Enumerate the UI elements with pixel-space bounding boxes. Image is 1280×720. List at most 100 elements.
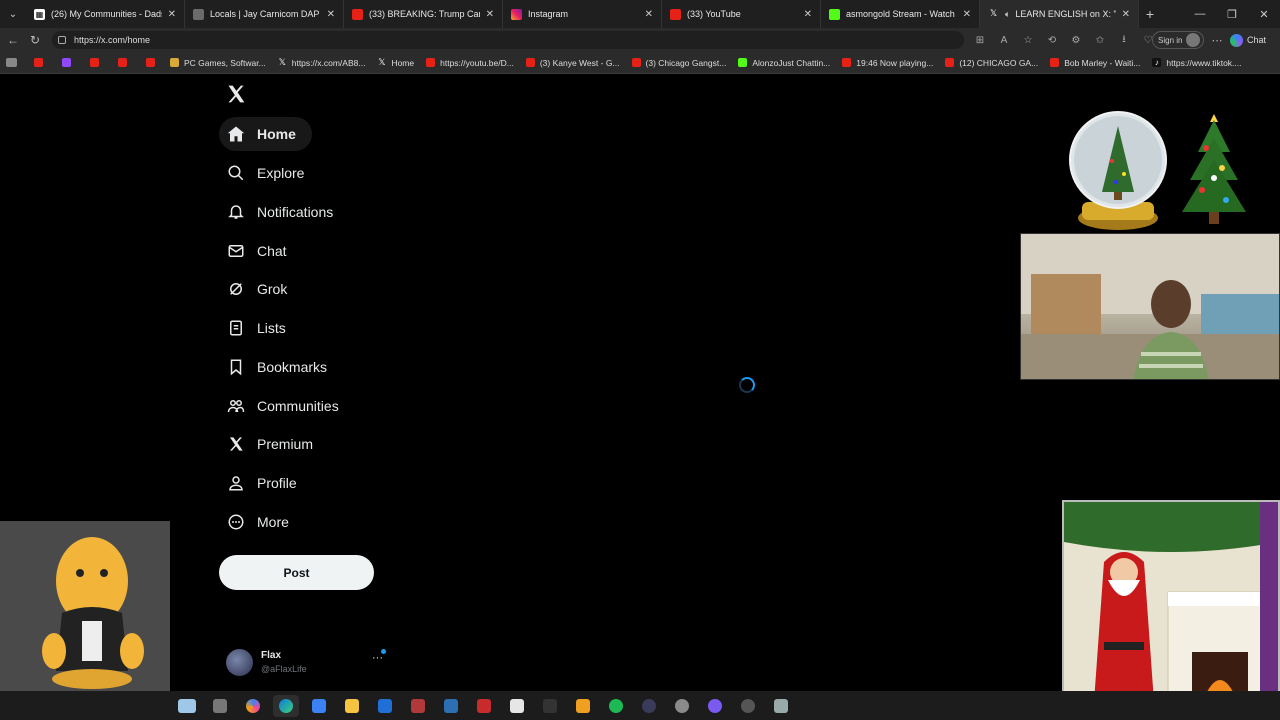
- youtube-icon: [146, 58, 155, 67]
- speaker-icon[interactable]: 🔈︎: [1005, 9, 1010, 20]
- nav-communities[interactable]: Communities: [219, 389, 355, 423]
- mega-icon[interactable]: [471, 695, 497, 717]
- user-name: Flax: [261, 650, 282, 661]
- more-options-icon[interactable]: ···: [372, 652, 383, 664]
- bookmark-item[interactable]: 𝕏 Home: [377, 58, 414, 68]
- bookmark-item[interactable]: [118, 58, 132, 67]
- browser-tab[interactable]: asmongold Stream - Watch Live on Kick ✕: [821, 0, 980, 28]
- bookmark-item[interactable]: 19:46 Now playing...: [842, 58, 933, 68]
- edge-icon[interactable]: [273, 694, 299, 717]
- maximize-button[interactable]: ❐: [1216, 0, 1248, 28]
- new-tab-button[interactable]: +: [1139, 6, 1161, 22]
- minimize-button[interactable]: —: [1184, 0, 1216, 28]
- browser-tab-active[interactable]: 𝕏 🔈︎ LEARN ENGLISH on X: "https://t.co ✕: [980, 0, 1139, 28]
- task-view-icon[interactable]: [207, 695, 233, 717]
- bookmark-label: https://x.com/AB8...: [291, 57, 366, 68]
- bookmark-item[interactable]: AlonzoJust Chattin...: [738, 58, 830, 68]
- tab-actions-chevron-icon[interactable]: ⌄: [0, 0, 26, 28]
- post-button[interactable]: Post: [219, 555, 374, 590]
- app-icon[interactable]: [669, 695, 695, 717]
- bookmark-item[interactable]: 𝕏https://x.com/AB8...: [278, 58, 366, 68]
- nav-label: Chat: [257, 243, 287, 259]
- spotify-icon[interactable]: [603, 695, 629, 717]
- app-icon[interactable]: [735, 695, 761, 717]
- bookmark-item[interactable]: Bob Marley - Waiti...: [1050, 58, 1140, 68]
- browser-tab[interactable]: Locals | Jay Carnicom DAP ✕: [185, 0, 344, 28]
- nav-notifications[interactable]: Notifications: [219, 195, 349, 229]
- webcam-overlay: [1020, 233, 1280, 380]
- bookmarks-bar: PC Games, Softwar... 𝕏https://x.com/AB8.…: [0, 52, 1280, 74]
- close-tab-icon[interactable]: ✕: [963, 9, 971, 20]
- nav-more[interactable]: More: [219, 505, 305, 539]
- extensions-icon[interactable]: ⟲: [1040, 28, 1064, 52]
- close-tab-icon[interactable]: ✕: [486, 9, 494, 20]
- read-aloud-icon[interactable]: A: [992, 28, 1016, 52]
- tab-title: (33) YouTube: [687, 9, 741, 19]
- app-icon[interactable]: [636, 695, 662, 717]
- bookmark-item[interactable]: (3) Kanye West - G...: [525, 58, 620, 68]
- widgets-icon[interactable]: [174, 695, 200, 717]
- nav-premium[interactable]: Premium: [219, 427, 329, 461]
- outlook-icon[interactable]: [372, 695, 398, 717]
- extension-icon[interactable]: ⚙: [1064, 28, 1088, 52]
- kick-icon: [738, 58, 748, 67]
- close-window-button[interactable]: ✕: [1248, 0, 1280, 28]
- nav-chat[interactable]: Chat: [219, 234, 303, 268]
- youtube-icon: [34, 58, 43, 67]
- copilot-chat-button[interactable]: Chat: [1230, 31, 1274, 49]
- bookmark-item[interactable]: [62, 58, 76, 67]
- bookmark-item[interactable]: [146, 58, 160, 67]
- close-tab-icon[interactable]: ✕: [804, 9, 812, 20]
- close-tab-icon[interactable]: ✕: [168, 9, 176, 20]
- bookmark-item[interactable]: ♪ https://www.tiktok....: [1152, 58, 1242, 68]
- bookmark-item[interactable]: [6, 58, 22, 67]
- app-icon[interactable]: [405, 695, 431, 717]
- sign-in-button[interactable]: Sign in: [1152, 31, 1204, 49]
- app-icon[interactable]: [768, 695, 794, 717]
- back-arrow-icon[interactable]: ←: [2, 28, 24, 52]
- nav-profile[interactable]: Profile: [219, 466, 313, 500]
- communities-icon: [227, 397, 245, 415]
- favorites-icon[interactable]: ✩: [1088, 28, 1112, 52]
- favorite-star-icon[interactable]: ☆: [1016, 28, 1040, 52]
- address-bar[interactable]: https://x.com/home: [52, 31, 964, 49]
- copilot-icon: [1230, 33, 1243, 47]
- nun-icon[interactable]: [504, 695, 530, 717]
- browser-tab[interactable]: (33) BREAKING: Trump Cannabis Rescheduli…: [344, 0, 503, 28]
- bookmark-icon: [227, 358, 245, 376]
- bookmark-item[interactable]: https://youtu.be/D...: [426, 58, 514, 68]
- explorer-icon[interactable]: [339, 695, 365, 717]
- settings-more-icon[interactable]: ⋯: [1208, 28, 1226, 52]
- app-icon[interactable]: [537, 695, 563, 717]
- browser-tab[interactable]: ▦ (26) My Communities - Dads Again ✕: [26, 0, 185, 28]
- bookmark-item[interactable]: [34, 58, 48, 67]
- store-icon[interactable]: [306, 695, 332, 717]
- site-info-icon[interactable]: [58, 36, 66, 44]
- bookmark-item[interactable]: (12) CHICAGO GA...: [945, 58, 1038, 68]
- refresh-icon[interactable]: ↻: [24, 28, 46, 52]
- copilot-icon[interactable]: [240, 695, 266, 717]
- account-switcher[interactable]: Flax @aFlaxLife ···: [226, 646, 390, 678]
- nav-bookmarks[interactable]: Bookmarks: [219, 350, 343, 384]
- pen-icon[interactable]: [570, 695, 596, 717]
- snow-globe-overlay: [1069, 111, 1167, 230]
- close-tab-icon[interactable]: ✕: [1122, 9, 1130, 20]
- close-tab-icon[interactable]: ✕: [645, 9, 653, 20]
- x-logo-icon[interactable]: [226, 84, 246, 110]
- bookmark-label: (12) CHICAGO GA...: [959, 57, 1039, 68]
- app-icon[interactable]: [438, 695, 464, 717]
- nav-grok[interactable]: Grok: [219, 272, 303, 306]
- bookmark-item[interactable]: (3) Chicago Gangst...: [631, 58, 726, 68]
- browser-tab[interactable]: (33) YouTube ✕: [662, 0, 821, 28]
- downloads-icon[interactable]: ⭳: [1112, 28, 1136, 52]
- chat-label: Chat: [1247, 35, 1267, 45]
- browser-tab[interactable]: Instagram ✕: [503, 0, 662, 28]
- bookmark-item[interactable]: [90, 58, 104, 67]
- app-available-icon[interactable]: ⊞: [968, 28, 992, 52]
- app-icon[interactable]: [702, 695, 728, 717]
- nav-home[interactable]: Home: [219, 117, 312, 151]
- close-tab-icon[interactable]: ✕: [327, 9, 335, 20]
- bookmark-item[interactable]: PC Games, Softwar...: [170, 58, 266, 68]
- nav-lists[interactable]: Lists: [219, 311, 302, 345]
- nav-explore[interactable]: Explore: [219, 156, 320, 190]
